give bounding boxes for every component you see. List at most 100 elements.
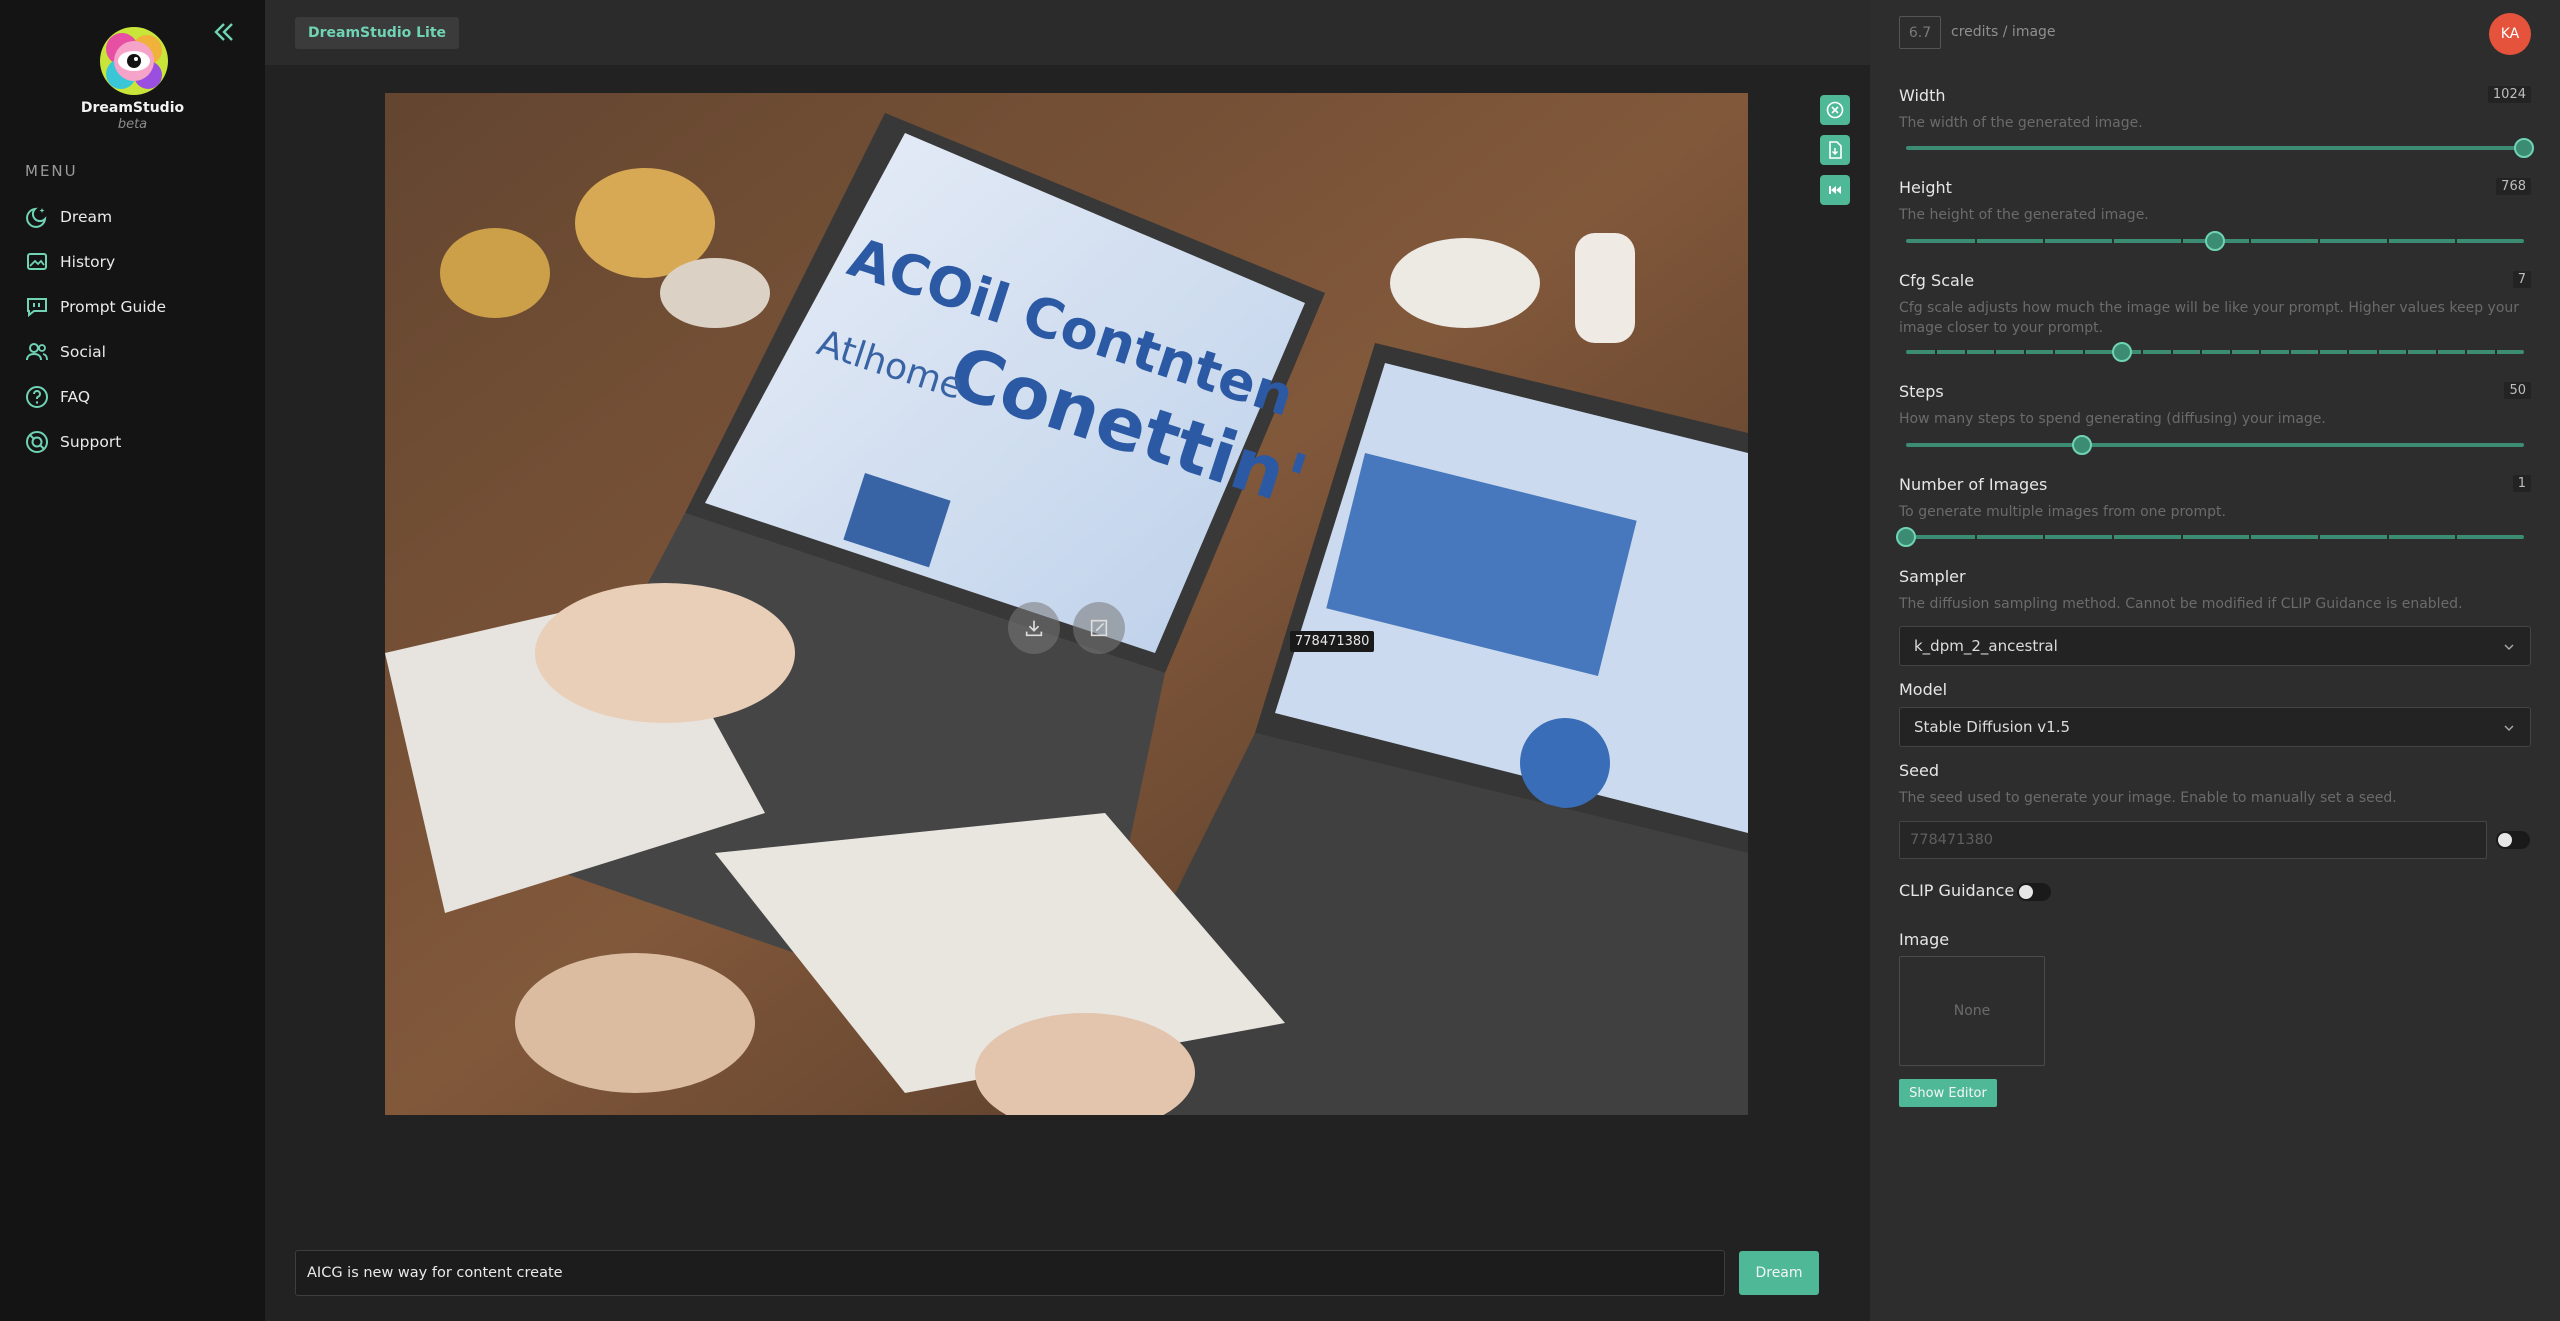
slider-tick [2406,350,2408,354]
slider-tick [2377,350,2379,354]
sampler-label: Sampler [1899,567,1966,586]
sidebar-item-label: FAQ [60,387,91,406]
user-avatar[interactable]: KA [2489,13,2531,55]
sidebar-item-support[interactable]: Support [24,419,254,464]
slider-tick [1975,239,1977,243]
sidebar-item-history[interactable]: History [24,239,254,284]
cfg-scale-value[interactable]: 7 [2512,271,2531,288]
clip-guidance-toggle-knob [2019,885,2033,899]
sidebar-item-label: Prompt Guide [60,297,167,316]
slider-tick [2083,350,2085,354]
edit-image-button[interactable] [1073,602,1125,654]
clip-guidance-toggle[interactable] [2017,883,2051,901]
slider-tick [2181,239,2183,243]
cfg-scale-slider[interactable] [1906,342,2524,362]
number-of-images-description: To generate multiple images from one pro… [1899,504,2226,520]
dream-button[interactable]: Dream [1739,1251,1819,1295]
width-value[interactable]: 1024 [2487,86,2531,103]
height-value[interactable]: 768 [2496,178,2531,195]
height-label: Height [1899,178,1952,197]
sampler-description: The diffusion sampling method. Cannot be… [1899,596,2463,612]
seed-toggle-knob [2498,833,2512,847]
slider-tick [2318,350,2320,354]
show-editor-button[interactable]: Show Editor [1899,1079,1997,1107]
height-slider-thumb[interactable] [2205,231,2225,251]
seed-toggle[interactable] [2496,831,2530,849]
cfg-scale-setting: Cfg Scale 7 Cfg scale adjusts how much t… [1899,271,2531,338]
model-selected-value: Stable Diffusion v1.5 [1914,718,2071,736]
sidebar-item-prompt-guide[interactable]: Prompt Guide [24,284,254,329]
steps-slider[interactable] [1906,435,2524,455]
prompt-input[interactable] [295,1250,1725,1296]
clip-guidance-setting: CLIP Guidance [1899,881,2531,900]
slider-tick [2171,350,2173,354]
file-download-icon [1829,141,1842,159]
steps-value[interactable]: 50 [2504,382,2531,399]
image-label: Image [1899,930,1950,949]
number-of-images-setting: Number of Images 1 To generate multiple … [1899,475,2531,522]
dreamstudio-logo [95,22,173,100]
height-setting: Height 768 The height of the generated i… [1899,178,2531,225]
width-slider-thumb[interactable] [2514,138,2534,158]
slider-tick [2259,350,2261,354]
init-image-placeholder: None [1953,1003,1991,1019]
width-label: Width [1899,86,1946,105]
sidebar-item-label: History [60,252,116,271]
seed-description: The seed used to generate your image. En… [1899,790,2397,806]
init-image-dropzone[interactable]: None [1899,956,2045,1066]
slider-tick [2249,535,2251,539]
skip-back-button[interactable] [1820,175,1850,205]
sampler-selected-value: k_dpm_2_ancestral [1914,637,2058,655]
width-setting: Width 1024 The width of the generated im… [1899,86,2531,133]
top-bar: DreamStudio Lite [265,0,1870,65]
slider-tick [2436,350,2438,354]
download-image-button[interactable] [1008,602,1060,654]
number-of-images-label: Number of Images [1899,475,2048,494]
number-of-images-value[interactable]: 1 [2512,475,2531,492]
slider-tick [1975,535,1977,539]
main-canvas-area: ACOil Contnten Conettin' Atlhome 7784713… [265,65,1870,1321]
social-icon [24,339,50,365]
slider-tick [2455,535,2457,539]
credits-label: credits / image [1951,24,2056,40]
slider-tick [1965,350,1967,354]
height-slider[interactable] [1906,231,2524,251]
seed-placeholder: 778471380 [1910,832,1994,848]
sidebar-item-faq[interactable]: FAQ [24,374,254,419]
history-icon [24,249,50,275]
slider-tick [1935,350,1937,354]
generated-image[interactable]: ACOil Contnten Conettin' Atlhome [385,93,1748,1115]
slider-tick [1994,350,1996,354]
brand-subtitle: beta [117,117,148,132]
sidebar-item-dream[interactable]: Dream [24,194,254,239]
sampler-select[interactable]: k_dpm_2_ancestral [1899,626,2531,666]
slider-tick [2249,239,2251,243]
edit-icon [1090,619,1108,637]
slider-tick [2043,535,2045,539]
seed-input[interactable]: 778471380 [1899,821,2487,859]
cfg-scale-slider-thumb[interactable] [2112,342,2132,362]
slider-tick [2112,239,2114,243]
seed-label: Seed [1899,761,1939,780]
dreamstudio-lite-badge[interactable]: DreamStudio Lite [295,17,460,49]
cfg-scale-description: Cfg scale adjusts how much the image wil… [1899,300,2520,336]
collapse-sidebar-button[interactable] [210,18,238,46]
clip-guidance-label: CLIP Guidance [1899,881,2015,900]
seed-setting: Seed The seed used to generate your imag… [1899,761,2531,808]
slider-tick [2200,350,2202,354]
close-circle-icon [1826,101,1844,119]
number-of-images-slider-thumb[interactable] [1896,527,1916,547]
steps-slider-thumb[interactable] [2072,435,2092,455]
dream-icon [24,204,50,230]
slider-tick [2387,239,2389,243]
canvas-tools [1820,95,1850,215]
clear-image-button[interactable] [1820,95,1850,125]
model-select[interactable]: Stable Diffusion v1.5 [1899,707,2531,747]
slider-tick [2112,535,2114,539]
sidebar-item-social[interactable]: Social [24,329,254,374]
slider-tick [2387,535,2389,539]
save-image-button[interactable] [1820,135,1850,165]
width-slider[interactable] [1906,138,2534,158]
number-of-images-slider[interactable] [1896,527,2524,547]
width-description: The width of the generated image. [1899,115,2143,131]
